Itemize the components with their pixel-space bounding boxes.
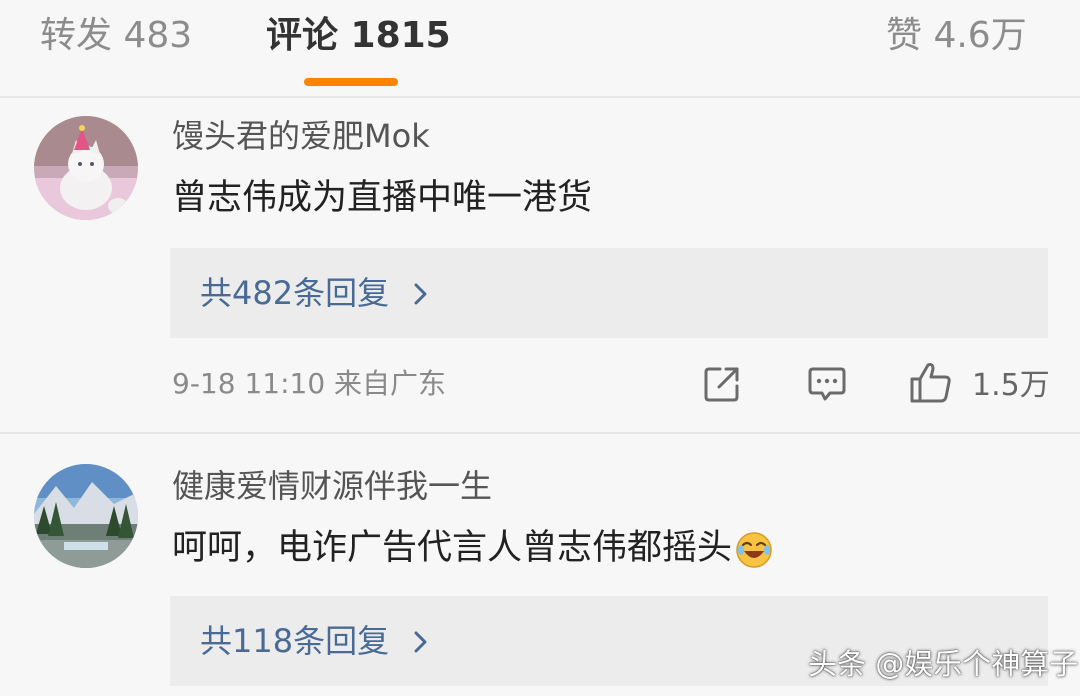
watermark: 头条 @娱乐个神算子 <box>808 647 1079 681</box>
comment-username[interactable]: 馒头君的爱肥Mok <box>172 116 430 156</box>
comment-button[interactable] <box>806 364 848 408</box>
landscape-avatar-image <box>34 464 138 568</box>
replies-count: 共482条回复 <box>200 274 390 312</box>
replies-count: 共118条回复 <box>200 622 390 660</box>
avatar[interactable] <box>34 116 138 220</box>
comment-icon <box>808 367 846 401</box>
laughing-emoji-icon <box>736 532 772 568</box>
like-button[interactable] <box>908 360 954 410</box>
tab-bar: 转发 483 评论 1815 赞 4.6万 <box>0 0 1080 98</box>
tab-comments[interactable]: 评论 1815 <box>266 12 451 60</box>
chevron-right-icon <box>414 631 427 653</box>
avatar[interactable] <box>34 464 138 568</box>
tab-likes[interactable]: 赞 4.6万 <box>886 12 1027 60</box>
comment-meta: 9-18 11:10 来自广东 <box>172 367 447 400</box>
like-icon <box>910 363 951 403</box>
comment-username[interactable]: 健康爱情财源伴我一生 <box>172 466 492 506</box>
replies-box[interactable]: 共482条回复 <box>170 248 1048 338</box>
cat-avatar-image <box>34 116 138 220</box>
chevron-right-icon <box>414 283 427 305</box>
comment-text: 呵呵，电诈广告代言人曾志伟都摇头 <box>172 526 774 570</box>
active-tab-indicator <box>304 78 398 86</box>
comment-text: 曾志伟成为直播中唯一港货 <box>172 178 593 218</box>
repost-button[interactable] <box>702 364 742 408</box>
replies-link[interactable]: 共118条回复 <box>200 596 431 686</box>
comment-item: 馒头君的爱肥Mok 曾志伟成为直播中唯一港货 共482条回复 9-18 11:1… <box>0 98 1080 432</box>
repost-icon <box>704 367 739 402</box>
comment-text-body: 呵呵，电诈广告代言人曾志伟都摇头 <box>172 528 733 568</box>
replies-link[interactable]: 共482条回复 <box>200 248 431 338</box>
tab-reposts[interactable]: 转发 483 <box>40 12 192 60</box>
like-count: 1.5万 <box>972 368 1050 403</box>
